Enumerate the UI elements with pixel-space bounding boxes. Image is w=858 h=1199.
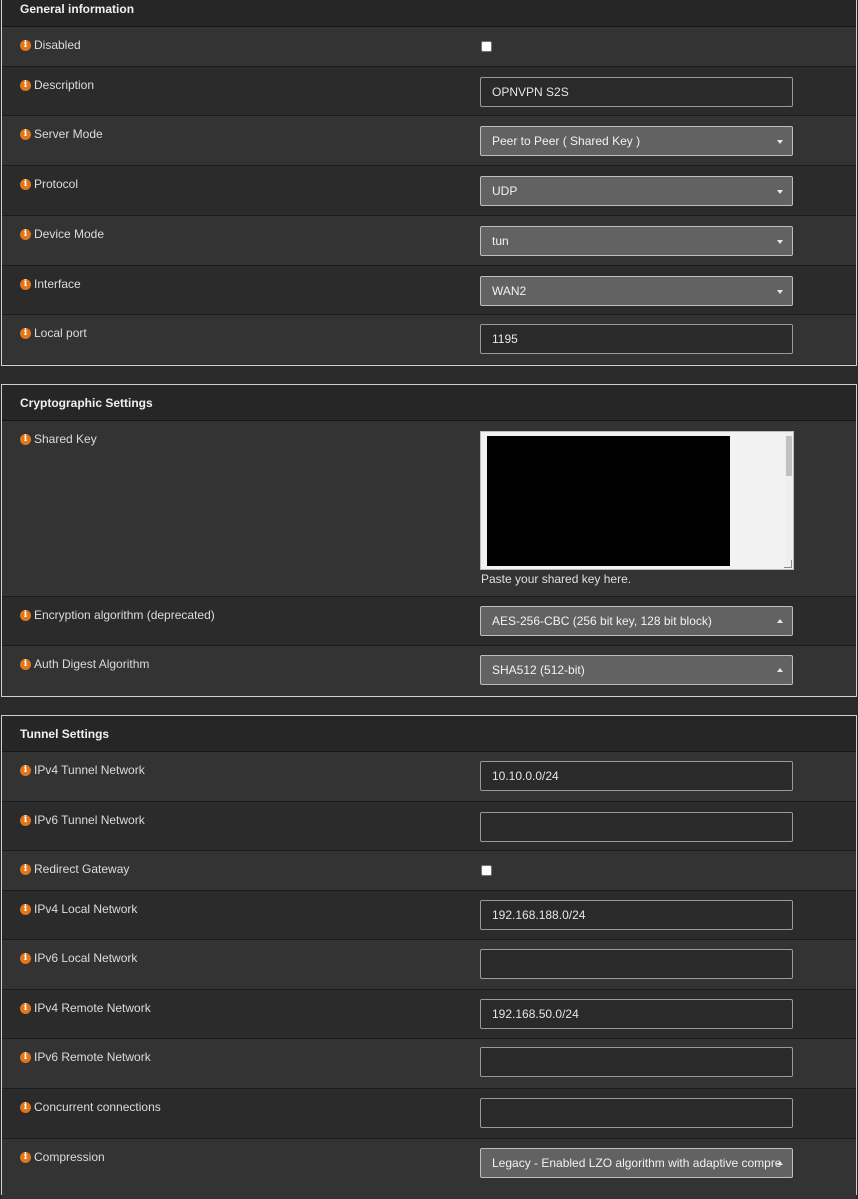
auth-digest-label: i Auth Digest Algorithm	[20, 657, 149, 671]
ipv6-tunnel-row: i IPv6 Tunnel Network	[2, 802, 856, 851]
info-icon[interactable]: i	[20, 79, 31, 91]
device-mode-label: i Device Mode	[20, 227, 104, 241]
disabled-label: i Disabled	[20, 38, 81, 52]
caret-down-icon	[777, 140, 783, 144]
info-icon[interactable]: i	[20, 863, 31, 875]
redirect-gateway-checkbox[interactable]	[481, 865, 492, 876]
info-icon[interactable]: i	[20, 1101, 31, 1113]
interface-select[interactable]: WAN2	[480, 276, 793, 306]
info-icon[interactable]: i	[20, 327, 31, 339]
ipv4-local-input[interactable]: 192.168.188.0/24	[480, 900, 793, 930]
info-icon[interactable]: i	[20, 228, 31, 240]
local-port-input[interactable]: 1195	[480, 324, 793, 354]
shared-key-label: i Shared Key	[20, 432, 97, 446]
ipv6-remote-label: i IPv6 Remote Network	[20, 1050, 151, 1064]
redacted-key-content	[487, 436, 730, 566]
server-mode-label: i Server Mode	[20, 127, 103, 141]
encryption-label: i Encryption algorithm (deprecated)	[20, 608, 215, 622]
ipv6-remote-row: i IPv6 Remote Network	[2, 1039, 856, 1089]
server-mode-select[interactable]: Peer to Peer ( Shared Key )	[480, 126, 793, 156]
device-mode-row: i Device Mode tun	[2, 216, 856, 266]
ipv6-local-input[interactable]	[480, 949, 793, 979]
server-mode-row: i Server Mode Peer to Peer ( Shared Key )	[2, 116, 856, 166]
interface-row: i Interface WAN2	[2, 266, 856, 315]
info-icon[interactable]: i	[20, 39, 31, 51]
shared-key-row: i Shared Key Paste your shared key here.	[2, 421, 856, 597]
caret-up-icon	[777, 668, 783, 672]
ipv4-remote-row: i IPv4 Remote Network 192.168.50.0/24	[2, 990, 856, 1039]
ipv4-tunnel-label: i IPv4 Tunnel Network	[20, 763, 145, 777]
info-icon[interactable]: i	[20, 178, 31, 190]
ipv6-tunnel-label: i IPv6 Tunnel Network	[20, 813, 145, 827]
info-icon[interactable]: i	[20, 433, 31, 445]
concurrent-connections-label: i Concurrent connections	[20, 1100, 161, 1114]
ipv4-tunnel-input[interactable]: 10.10.0.0/24	[480, 761, 793, 791]
section-title: Cryptographic Settings	[2, 385, 856, 421]
auth-digest-select[interactable]: SHA512 (512-bit)	[480, 655, 793, 685]
shared-key-help: Paste your shared key here.	[481, 572, 632, 586]
protocol-select[interactable]: UDP	[480, 176, 793, 206]
redirect-gateway-label: i Redirect Gateway	[20, 862, 129, 876]
disabled-checkbox[interactable]	[481, 41, 492, 52]
caret-down-icon	[777, 190, 783, 194]
info-icon[interactable]: i	[20, 128, 31, 140]
shared-key-textarea[interactable]	[480, 431, 794, 570]
description-label: i Description	[20, 78, 94, 92]
ipv4-local-label: i IPv4 Local Network	[20, 902, 137, 916]
info-icon[interactable]: i	[20, 658, 31, 670]
description-row: i Description OPNVPN S2S	[2, 67, 856, 116]
ipv4-tunnel-row: i IPv4 Tunnel Network 10.10.0.0/24	[2, 752, 856, 802]
encryption-select[interactable]: AES-256-CBC (256 bit key, 128 bit block)	[480, 606, 793, 636]
ipv4-local-row: i IPv4 Local Network 192.168.188.0/24	[2, 891, 856, 940]
ipv6-local-label: i IPv6 Local Network	[20, 951, 137, 965]
caret-up-icon	[777, 619, 783, 623]
section-title: Tunnel Settings	[2, 716, 856, 752]
info-icon[interactable]: i	[20, 764, 31, 776]
encryption-row: i Encryption algorithm (deprecated) AES-2…	[2, 597, 856, 646]
info-icon[interactable]: i	[20, 278, 31, 290]
scrollbar-thumb[interactable]	[786, 436, 792, 476]
caret-down-icon	[777, 240, 783, 244]
info-icon[interactable]: i	[20, 952, 31, 964]
cryptographic-settings-section: Cryptographic Settings i Shared Key Paste…	[1, 384, 857, 697]
ipv4-remote-input[interactable]: 192.168.50.0/24	[480, 999, 793, 1029]
device-mode-select[interactable]: tun	[480, 226, 793, 256]
caret-up-icon	[777, 1161, 783, 1165]
concurrent-connections-input[interactable]	[480, 1098, 793, 1128]
interface-label: i Interface	[20, 277, 81, 291]
general-information-section: General information i Disabled i Descripti…	[1, 0, 857, 366]
info-icon[interactable]: i	[20, 1002, 31, 1014]
concurrent-connections-row: i Concurrent connections	[2, 1089, 856, 1139]
disabled-row: i Disabled	[2, 27, 856, 67]
compression-row: i Compression Legacy - Enabled LZO algori…	[2, 1139, 856, 1199]
auth-digest-row: i Auth Digest Algorithm SHA512 (512-bit)	[2, 646, 856, 696]
description-input[interactable]: OPNVPN S2S	[480, 77, 793, 107]
ipv6-remote-input[interactable]	[480, 1047, 793, 1077]
scrollbar[interactable]	[785, 432, 793, 569]
local-port-row: i Local port 1195	[2, 315, 856, 364]
tunnel-settings-section: Tunnel Settings i IPv4 Tunnel Network 10.…	[1, 715, 857, 1199]
ipv4-remote-label: i IPv4 Remote Network	[20, 1001, 151, 1015]
caret-down-icon	[777, 290, 783, 294]
resize-handle-icon[interactable]	[784, 560, 792, 568]
local-port-label: i Local port	[20, 326, 87, 340]
protocol-label: i Protocol	[20, 177, 78, 191]
info-icon[interactable]: i	[20, 1051, 31, 1063]
info-icon[interactable]: i	[20, 1151, 31, 1163]
section-title: General information	[2, 0, 856, 27]
protocol-row: i Protocol UDP	[2, 166, 856, 216]
compression-label: i Compression	[20, 1150, 105, 1164]
info-icon[interactable]: i	[20, 814, 31, 826]
redirect-gateway-row: i Redirect Gateway	[2, 851, 856, 891]
ipv6-tunnel-input[interactable]	[480, 812, 793, 842]
ipv6-local-row: i IPv6 Local Network	[2, 940, 856, 990]
info-icon[interactable]: i	[20, 903, 31, 915]
compression-select[interactable]: Legacy - Enabled LZO algorithm with adap…	[480, 1148, 793, 1178]
info-icon[interactable]: i	[20, 609, 31, 621]
